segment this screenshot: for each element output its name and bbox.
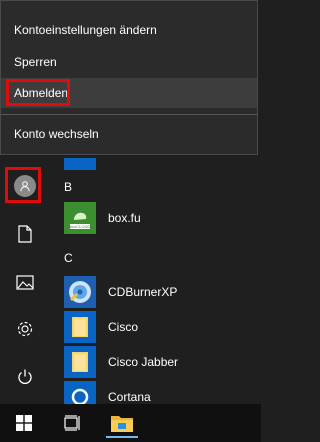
- app-label: CDBurnerXP: [108, 285, 178, 299]
- folder-icon: [64, 311, 96, 343]
- document-icon: [18, 225, 32, 243]
- menu-divider: [1, 114, 257, 115]
- menu-item-change-account-settings[interactable]: Kontoeinstellungen ändern: [1, 15, 257, 45]
- group-header-c[interactable]: C: [64, 251, 73, 265]
- windows-start-icon: [16, 415, 32, 431]
- app-item-cisco-jabber[interactable]: Cisco Jabber: [64, 346, 254, 378]
- app-label: Cortana: [108, 390, 151, 404]
- box-app-icon: boxCLOUD: [64, 202, 96, 234]
- app-item-cdburnerxp[interactable]: CDBurnerXP: [64, 276, 254, 308]
- folder-icon: [64, 346, 96, 378]
- app-item-cisco[interactable]: Cisco: [64, 311, 254, 343]
- partial-app-tile: [64, 158, 96, 170]
- app-label: box.fu: [108, 211, 141, 225]
- task-view-icon: [64, 415, 80, 431]
- active-app-indicator: [106, 436, 138, 438]
- app-list: B boxCLOUD box.fu C CDBurnerXP Cisco Cis…: [50, 158, 261, 404]
- cortana-icon: [64, 381, 96, 404]
- task-view-button[interactable]: [48, 404, 96, 442]
- user-button-highlight: [5, 167, 41, 203]
- documents-button[interactable]: [0, 211, 50, 257]
- app-label: Cisco: [108, 320, 139, 334]
- menu-item-lock[interactable]: Sperren: [1, 47, 257, 77]
- start-button[interactable]: [0, 404, 48, 442]
- cdburnerxp-icon: [64, 276, 96, 308]
- pictures-button[interactable]: [0, 259, 50, 305]
- pictures-icon: [16, 274, 34, 290]
- settings-button[interactable]: [0, 306, 50, 352]
- group-header-b[interactable]: B: [64, 180, 72, 194]
- app-item-cortana[interactable]: Cortana: [64, 381, 254, 404]
- menu-item-switch-account[interactable]: Konto wechseln: [1, 119, 257, 149]
- sign-out-highlight: [6, 79, 70, 106]
- settings-icon: [17, 321, 33, 337]
- box-tile-text: boxCLOUD: [70, 224, 91, 229]
- app-item-box-fu[interactable]: boxCLOUD box.fu: [64, 202, 254, 234]
- account-menu: Kontoeinstellungen ändern Sperren Abmeld…: [0, 0, 258, 155]
- power-button[interactable]: [0, 354, 50, 400]
- power-icon: [18, 369, 32, 384]
- file-explorer-icon: [111, 416, 133, 432]
- app-label: Cisco Jabber: [108, 355, 179, 369]
